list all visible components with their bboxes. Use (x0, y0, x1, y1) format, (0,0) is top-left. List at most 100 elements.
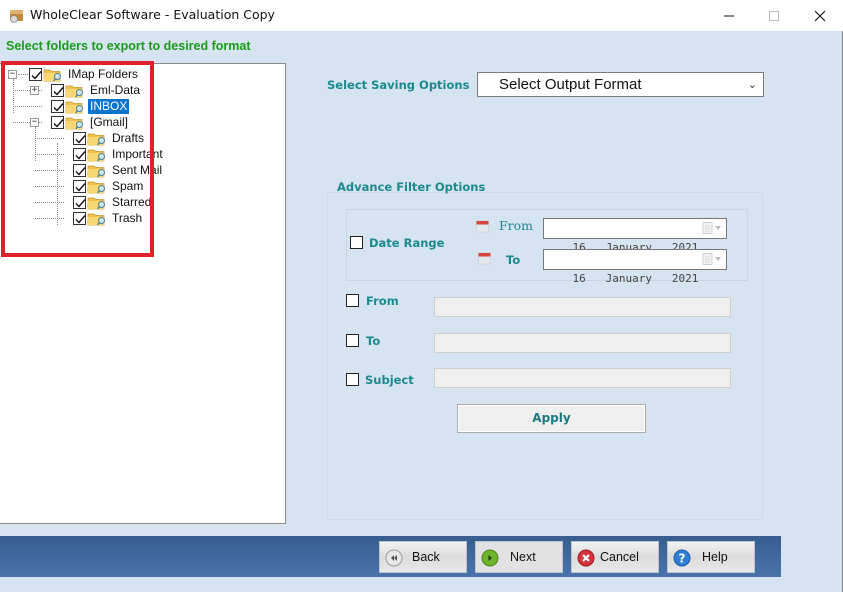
calendar-icon (476, 220, 489, 233)
folder-checkbox[interactable] (51, 83, 64, 97)
tree-node-label[interactable]: Eml-Data (88, 83, 142, 98)
maximize-icon (769, 10, 779, 21)
tree-node[interactable]: Spam (52, 178, 145, 194)
minimize-icon (724, 15, 734, 16)
folder-checkbox[interactable] (29, 67, 42, 81)
calendar-dropdown-icon[interactable] (702, 253, 722, 266)
close-button[interactable] (797, 0, 843, 31)
folder-checkbox[interactable] (51, 115, 64, 129)
checkmark-icon (75, 198, 86, 208)
tree-node-label[interactable]: [Gmail] (88, 115, 130, 130)
tree-node[interactable]: Starred (52, 194, 153, 210)
back-button[interactable]: Back (379, 541, 467, 573)
next-button[interactable]: Next (475, 541, 563, 573)
collapse-icon[interactable]: − (30, 117, 39, 127)
folder-icon (43, 69, 61, 81)
tree-node[interactable]: − [Gmail] (30, 114, 130, 130)
help-label: Help (702, 550, 728, 564)
folder-checkbox[interactable] (73, 147, 86, 161)
output-format-value: Select Output Format (499, 76, 642, 93)
back-label: Back (412, 550, 440, 564)
calendar-dropdown-icon[interactable] (702, 222, 722, 235)
output-format-select[interactable]: Select Output Format ⌄ (477, 72, 764, 97)
checkmark-icon (75, 134, 86, 144)
cancel-label: Cancel (600, 550, 639, 564)
subject-filter-checkbox[interactable] (346, 373, 359, 386)
tree-node[interactable]: + Eml-Data (30, 82, 142, 98)
close-icon (814, 10, 826, 21)
tree-node[interactable]: Drafts (52, 130, 146, 146)
date-range-label: Date Range (369, 236, 445, 250)
folder-icon (87, 197, 105, 209)
tree-node-label[interactable]: Drafts (110, 131, 146, 146)
date-to-value: 16 January 2021 (572, 272, 699, 285)
folder-icon (87, 133, 105, 145)
minimize-button[interactable] (706, 0, 752, 31)
folder-checkbox[interactable] (73, 163, 86, 177)
chevron-down-icon: ⌄ (747, 79, 757, 91)
folder-selection-heading: Select folders to export to desired form… (6, 39, 251, 53)
to-filter-label: To (366, 334, 381, 348)
folder-checkbox[interactable] (51, 99, 64, 113)
tree-node-label[interactable]: IMap Folders (66, 67, 140, 82)
checkmark-icon (53, 118, 64, 128)
date-from-picker[interactable]: 16 January 2021 (543, 218, 727, 254)
tree-connector-line (13, 79, 14, 113)
collapse-icon[interactable]: − (8, 69, 17, 79)
checkmark-icon (53, 102, 64, 112)
from-filter-label: From (366, 294, 399, 308)
maximize-button[interactable] (751, 0, 797, 31)
from-filter-checkbox[interactable] (346, 294, 359, 307)
date-to-picker[interactable]: 16 January 2021 (543, 249, 727, 285)
calendar-icon (478, 252, 491, 265)
folder-icon (87, 181, 105, 193)
tree-node[interactable]: Important (52, 146, 165, 162)
folder-icon (65, 85, 83, 97)
folder-checkbox[interactable] (73, 131, 86, 145)
date-range-checkbox[interactable] (350, 236, 363, 249)
checkmark-icon (53, 86, 64, 96)
saving-options-label: Select Saving Options (327, 78, 470, 92)
date-to-label: To (506, 253, 521, 267)
tree-node[interactable]: − IMap Folders (8, 66, 140, 82)
advance-filter-title: Advance Filter Options (337, 180, 486, 194)
tree-node[interactable]: INBOX (30, 98, 130, 114)
svg-text:?: ? (679, 552, 686, 566)
cancel-x-icon (577, 549, 595, 567)
folder-checkbox[interactable] (73, 211, 86, 225)
folder-tree-panel: − IMap Folders + Eml-Data INBOX − [Gmail] Draft… (0, 63, 286, 524)
tree-node-label[interactable]: Spam (110, 179, 145, 194)
checkmark-icon (75, 150, 86, 160)
checkmark-icon (31, 70, 42, 80)
help-button[interactable]: ? Help (667, 541, 755, 573)
checkmark-icon (75, 182, 86, 192)
folder-checkbox[interactable] (73, 195, 86, 209)
tree-node-label[interactable]: Trash (110, 211, 144, 226)
folder-icon (87, 165, 105, 177)
tree-node[interactable]: Sent Mail (52, 162, 164, 178)
apply-button[interactable]: Apply (457, 404, 646, 433)
folder-checkbox[interactable] (73, 179, 86, 193)
folder-icon (87, 149, 105, 161)
subject-filter-input[interactable] (434, 368, 731, 388)
expand-icon[interactable]: + (30, 85, 39, 95)
cancel-button[interactable]: Cancel (571, 541, 659, 573)
tree-node-label[interactable]: Important (110, 147, 165, 162)
tree-node[interactable]: Trash (52, 210, 144, 226)
to-filter-input[interactable] (434, 333, 731, 353)
folder-tree: − IMap Folders + Eml-Data INBOX − [Gmail] Draft… (0, 64, 285, 523)
tree-node-label[interactable]: Starred (110, 195, 153, 210)
folder-icon (87, 213, 105, 225)
folder-icon (65, 117, 83, 129)
next-arrow-icon (481, 549, 499, 567)
tree-node-label[interactable]: INBOX (88, 98, 130, 114)
tree-node-label[interactable]: Sent Mail (110, 163, 164, 178)
next-label: Next (510, 550, 536, 564)
from-filter-input[interactable] (434, 297, 731, 317)
app-window: WholeClear Software - Evaluation Copy Se… (0, 0, 843, 592)
tree-connector-line (35, 127, 36, 161)
checkmark-icon (75, 166, 86, 176)
to-filter-checkbox[interactable] (346, 334, 359, 347)
help-question-icon: ? (673, 549, 691, 567)
title-bar: WholeClear Software - Evaluation Copy (0, 0, 843, 31)
